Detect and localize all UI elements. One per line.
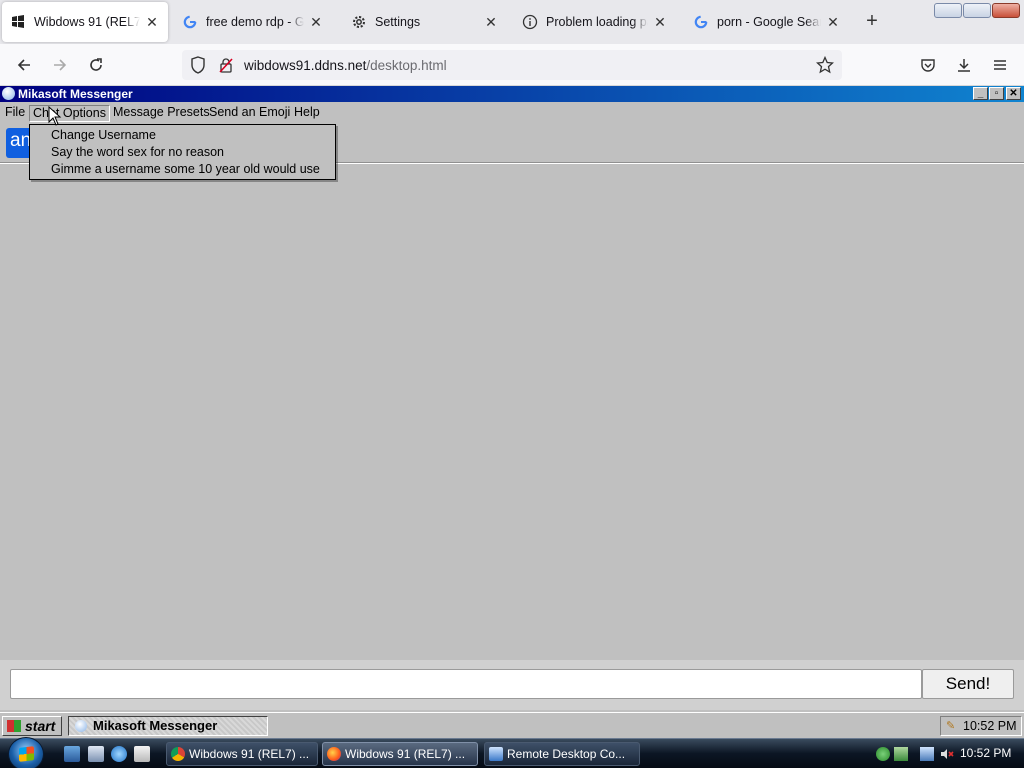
tab-title: Problem loading page bbox=[546, 15, 648, 29]
volume-muted-icon[interactable] bbox=[940, 747, 954, 761]
message-input-bar: Send! bbox=[0, 660, 1024, 710]
message-input[interactable] bbox=[10, 669, 922, 699]
menu-file[interactable]: File bbox=[2, 105, 28, 122]
show-desktop-icon[interactable] bbox=[64, 746, 80, 762]
address-bar[interactable]: wibdows91.ddns.net/desktop.html bbox=[182, 50, 842, 80]
menu-item-say-the-word[interactable]: Say the word sex for no reason bbox=[30, 144, 335, 161]
messenger-menu-bar: File Chat Options Message Presets Send a… bbox=[0, 104, 1024, 122]
forward-arrow-icon bbox=[54, 59, 67, 71]
back-arrow-icon bbox=[17, 59, 30, 71]
chrome-icon bbox=[171, 747, 185, 761]
menu-item-change-username[interactable]: Change Username bbox=[30, 127, 335, 144]
menu-message-presets[interactable]: Message Presets bbox=[110, 105, 213, 122]
tab-settings[interactable]: Settings ✕ bbox=[343, 2, 507, 42]
chat-message-area bbox=[0, 164, 1024, 658]
switch-windows-icon[interactable] bbox=[88, 746, 104, 762]
host-task-chrome[interactable]: Wibdows 91 (REL7) ... bbox=[166, 742, 318, 766]
google-g-icon bbox=[693, 14, 709, 30]
tab-problem-loading-page[interactable]: Problem loading page ✕ bbox=[514, 2, 676, 42]
firefox-icon bbox=[327, 747, 341, 761]
tab-close-icon[interactable]: ✕ bbox=[825, 14, 841, 31]
reload-icon bbox=[90, 58, 102, 71]
tab-close-icon[interactable]: ✕ bbox=[308, 14, 324, 31]
url-path: /desktop.html bbox=[366, 58, 447, 73]
tab-title: free demo rdp - Google Search bbox=[206, 15, 304, 29]
app-restore-button[interactable]: ▫ bbox=[989, 87, 1004, 100]
inner-task-messenger[interactable]: Mikasoft Messenger bbox=[68, 716, 268, 736]
gear-icon bbox=[351, 14, 367, 30]
browser-nav-bar: wibdows91.ddns.net/desktop.html bbox=[0, 44, 1024, 86]
remote-desktop-icon bbox=[489, 747, 503, 761]
menu-send-an-emoji[interactable]: Send an Emoji bbox=[206, 105, 293, 122]
tab-close-icon[interactable]: ✕ bbox=[483, 14, 499, 31]
messenger-app-icon bbox=[2, 87, 15, 100]
inner-task-label: Mikasoft Messenger bbox=[93, 718, 218, 733]
info-icon bbox=[522, 14, 538, 30]
messenger-title: Mikasoft Messenger bbox=[18, 87, 133, 101]
mouse-cursor-icon bbox=[48, 106, 62, 126]
forward-button[interactable] bbox=[46, 52, 74, 78]
tab-wibdows-91[interactable]: Wibdows 91 (REL7) ✕ bbox=[2, 2, 168, 42]
internet-explorer-icon[interactable] bbox=[111, 746, 127, 762]
window-maximize-button[interactable] bbox=[963, 3, 991, 18]
windows-logo-icon bbox=[19, 746, 34, 762]
username-chip: an bbox=[6, 128, 30, 158]
messenger-tray-icon[interactable] bbox=[876, 747, 890, 761]
messenger-app-icon bbox=[75, 720, 87, 732]
hamburger-menu-icon bbox=[994, 60, 1006, 70]
reload-button[interactable] bbox=[82, 52, 110, 78]
pocket-button[interactable] bbox=[914, 52, 942, 78]
tab-close-icon[interactable]: ✕ bbox=[144, 14, 160, 31]
tab-title: Settings bbox=[375, 15, 421, 29]
url-text[interactable]: wibdows91.ddns.net/desktop.html bbox=[244, 58, 447, 73]
tab-close-icon[interactable]: ✕ bbox=[652, 14, 668, 31]
downloads-button[interactable] bbox=[950, 52, 978, 78]
download-icon bbox=[958, 59, 970, 72]
host-task-label: Wibdows 91 (REL7) ... bbox=[189, 747, 310, 761]
bookmark-star-icon[interactable] bbox=[816, 56, 834, 74]
tab-google-search[interactable]: porn - Google Search ✕ bbox=[685, 2, 849, 42]
messenger-title-bar[interactable]: Mikasoft Messenger _ ▫ ✕ bbox=[0, 86, 1024, 102]
host-task-label: Remote Desktop Co... bbox=[507, 747, 626, 761]
tab-title: Wibdows 91 (REL7) bbox=[34, 15, 140, 29]
app-close-button[interactable]: ✕ bbox=[1006, 87, 1021, 100]
app-menu-button[interactable] bbox=[986, 52, 1014, 78]
pencil-icon[interactable]: ✎ bbox=[946, 720, 958, 732]
wibdows-favicon bbox=[10, 14, 26, 30]
menu-chat-options[interactable]: Chat Options bbox=[29, 105, 110, 122]
menu-help[interactable]: Help bbox=[291, 105, 323, 122]
chat-options-dropdown: Change Username Say the word sex for no … bbox=[29, 124, 336, 180]
tab-title: porn - Google Search bbox=[717, 15, 821, 29]
host-task-remote-desktop[interactable]: Remote Desktop Co... bbox=[484, 742, 640, 766]
notepad-icon[interactable] bbox=[134, 746, 150, 762]
host-clock[interactable]: 10:52 PM bbox=[960, 739, 1020, 768]
pocket-icon bbox=[921, 59, 935, 72]
tab-google-search-rdp[interactable]: free demo rdp - Google Search ✕ bbox=[174, 2, 332, 42]
app-minimize-button[interactable]: _ bbox=[973, 87, 988, 100]
browser-tab-strip: Wibdows 91 (REL7) ✕ free demo rdp - Goog… bbox=[0, 0, 1024, 44]
windows-flag-icon bbox=[7, 720, 21, 732]
network-share-icon[interactable] bbox=[894, 747, 908, 761]
window-close-button[interactable] bbox=[992, 3, 1020, 18]
messenger-window: Mikasoft Messenger _ ▫ ✕ File Chat Optio… bbox=[0, 86, 1024, 710]
host-task-firefox[interactable]: Wibdows 91 (REL7) ... bbox=[322, 742, 478, 766]
host-taskbar: Wibdows 91 (REL7) ... Wibdows 91 (REL7) … bbox=[0, 737, 1024, 768]
host-task-label: Wibdows 91 (REL7) ... bbox=[345, 747, 466, 761]
url-host: wibdows91.ddns.net bbox=[244, 58, 367, 73]
new-tab-button[interactable]: + bbox=[862, 11, 882, 32]
inner-start-button[interactable]: start bbox=[2, 716, 62, 736]
insecure-lock-icon[interactable] bbox=[218, 57, 234, 73]
menu-item-kid-username[interactable]: Gimme a username some 10 year old would … bbox=[30, 161, 335, 178]
back-button[interactable] bbox=[10, 52, 38, 78]
google-g-icon bbox=[182, 14, 198, 30]
window-minimize-button[interactable] bbox=[934, 3, 962, 18]
shield-icon bbox=[191, 56, 205, 74]
inner-system-tray: ✎ 10:52 PM bbox=[940, 716, 1022, 736]
start-label: start bbox=[25, 718, 56, 734]
inner-clock: 10:52 PM bbox=[963, 719, 1017, 733]
inner-taskbar: start Mikasoft Messenger ✎ 10:52 PM bbox=[0, 712, 1024, 738]
network-icon[interactable] bbox=[920, 747, 934, 761]
host-start-orb[interactable] bbox=[8, 737, 44, 768]
send-button[interactable]: Send! bbox=[922, 669, 1014, 699]
